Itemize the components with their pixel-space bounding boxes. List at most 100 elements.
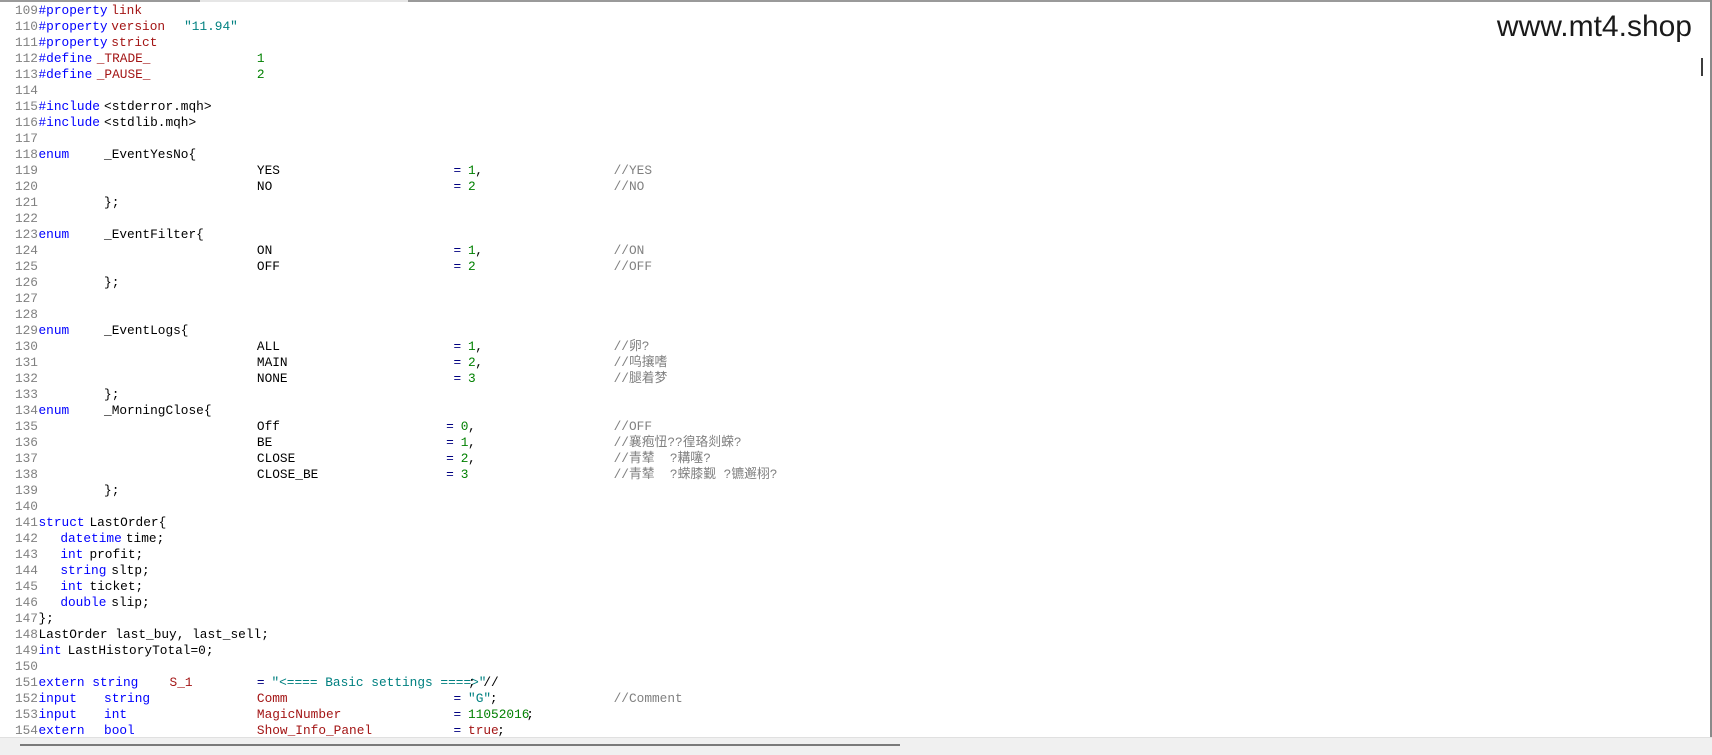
vertical-scroll-thumb[interactable] xyxy=(1701,58,1703,76)
code-line[interactable]: 124 ON = 1,//ON xyxy=(0,243,1690,259)
code-line[interactable]: 142 datetime time; xyxy=(0,531,1690,547)
line-number: 142 xyxy=(14,531,38,546)
line-number: 109 xyxy=(14,3,38,18)
line-number: 128 xyxy=(14,307,38,322)
code-line[interactable]: 134 enum _MorningClose{ xyxy=(0,403,1690,419)
code-token: NO xyxy=(256,179,273,194)
code-line[interactable]: 123 enum _EventFilter{ xyxy=(0,227,1690,243)
code-token: _EventLogs{ xyxy=(104,323,189,338)
code-line[interactable]: 111 #property strict xyxy=(0,35,1690,51)
code-line[interactable]: 119 YES = 1,//YES xyxy=(0,163,1690,179)
watermark-text: www.mt4.shop xyxy=(1496,10,1692,43)
code-token: BE xyxy=(256,435,273,450)
code-token: = xyxy=(453,371,462,386)
code-line[interactable]: 135 Off = 0,//OFF xyxy=(0,419,1690,435)
code-token: _PAUSE_ xyxy=(96,67,151,82)
code-line[interactable]: 147}; xyxy=(0,611,1690,627)
code-token: LastOrder{ xyxy=(89,515,167,530)
code-line[interactable]: 130 ALL = 1,//卵? xyxy=(0,339,1690,355)
code-token: //卵? xyxy=(613,339,650,354)
code-line[interactable]: 132 NONE = 3 //腿着梦 xyxy=(0,371,1690,387)
code-line[interactable]: 117 xyxy=(0,131,1690,147)
line-number: 129 xyxy=(14,323,38,338)
code-token: _TRADE_ xyxy=(96,51,151,66)
code-line[interactable]: 110 #property version "11.94" xyxy=(0,19,1690,35)
code-token: //ON xyxy=(613,243,645,258)
code-line[interactable]: 127 xyxy=(0,291,1690,307)
code-line[interactable]: 125 OFF = 2 //OFF xyxy=(0,259,1690,275)
code-token: version xyxy=(111,19,166,34)
code-line[interactable]: 128 xyxy=(0,307,1690,323)
code-line[interactable]: 138 CLOSE_BE = 3 //青辇 ?蝾膝觐 ?镳邂栩? xyxy=(0,467,1690,483)
line-number: 111 xyxy=(14,35,38,50)
code-line[interactable]: 120 NO = 2 //NO xyxy=(0,179,1690,195)
code-token: //OFF xyxy=(613,419,653,434)
code-line[interactable]: 145 int ticket; xyxy=(0,579,1690,595)
code-line[interactable]: 112 #define _TRADE_ 1 xyxy=(0,51,1690,67)
code-line[interactable]: 144 string sltp; xyxy=(0,563,1690,579)
code-token: }; xyxy=(104,387,120,402)
horizontal-scrollbar[interactable] xyxy=(0,737,1712,755)
code-line[interactable]: 141 struct LastOrder{ xyxy=(0,515,1690,531)
code-token: MagicNumber xyxy=(256,707,342,722)
code-line[interactable]: 129 enum _EventLogs{ xyxy=(0,323,1690,339)
code-token: YES xyxy=(256,163,280,178)
line-number: 116 xyxy=(14,115,38,130)
vertical-scrollbar[interactable] xyxy=(1693,2,1710,737)
code-line[interactable]: 136 BE = 1,//襄疱忸??徨珞剡蝾? xyxy=(0,435,1690,451)
code-token: #include xyxy=(38,99,100,114)
code-line[interactable]: 121}; xyxy=(0,195,1690,211)
code-token: , xyxy=(475,243,483,258)
code-token: struct xyxy=(38,515,85,530)
code-token: #property xyxy=(38,3,108,18)
line-number: 143 xyxy=(14,547,38,562)
code-line[interactable]: 149 int LastHistoryTotal=0; xyxy=(0,643,1690,659)
code-token: strict xyxy=(111,35,158,50)
code-token: = xyxy=(453,691,462,706)
code-line[interactable]: 115 #include <stderror.mqh> xyxy=(0,99,1690,115)
code-line[interactable]: 139}; xyxy=(0,483,1690,499)
code-line[interactable]: 114 xyxy=(0,83,1690,99)
code-line[interactable]: 122 xyxy=(0,211,1690,227)
line-number: 153 xyxy=(14,707,38,722)
code-line[interactable]: 131 MAIN = 2,//呜攘嗜 xyxy=(0,355,1690,371)
code-line[interactable]: 116 #include <stdlib.mqh> xyxy=(0,115,1690,131)
code-line[interactable]: 137 CLOSE = 2,//青辇 ?耩噻? xyxy=(0,451,1690,467)
code-line[interactable]: 118 enum _EventYesNo{ xyxy=(0,147,1690,163)
code-editor[interactable]: 109 #property link 110 #property version "11.9… xyxy=(0,3,1690,739)
code-token: ticket; xyxy=(89,579,144,594)
code-token: "G" xyxy=(468,691,492,706)
code-token: }; xyxy=(104,483,120,498)
code-line[interactable]: 150 xyxy=(0,659,1690,675)
code-token: 2 xyxy=(468,179,476,194)
code-line[interactable]: 153 input int MagicNumber = 11052016; xyxy=(0,707,1690,723)
code-line[interactable]: 146 double slip; xyxy=(0,595,1690,611)
code-token: //Comment xyxy=(613,691,683,706)
code-line[interactable]: 143 int profit; xyxy=(0,547,1690,563)
line-number: 151 xyxy=(14,675,38,690)
code-token: , xyxy=(475,163,483,178)
line-number: 126 xyxy=(14,275,38,290)
line-number: 146 xyxy=(14,595,38,610)
code-line[interactable]: 109 #property link xyxy=(0,3,1690,19)
code-line[interactable]: 126}; xyxy=(0,275,1690,291)
code-token: = xyxy=(453,339,462,354)
code-token: _EventFilter{ xyxy=(104,227,204,242)
line-number: 137 xyxy=(14,451,38,466)
code-line[interactable]: 151 extern string S_1 = "<==== Basic setting… xyxy=(0,675,1690,691)
code-token: CLOSE xyxy=(256,451,296,466)
code-token: //青辇 ?耩噻? xyxy=(613,451,711,466)
code-line[interactable]: 113 #define _PAUSE_ 2 xyxy=(0,67,1690,83)
code-token: , xyxy=(475,339,483,354)
horizontal-scroll-thumb[interactable] xyxy=(20,744,900,746)
code-line[interactable]: 140 xyxy=(0,499,1690,515)
code-line[interactable]: 152 input string Comm = "G"; //Comment xyxy=(0,691,1690,707)
code-token: #define xyxy=(38,67,93,82)
code-line[interactable]: 148 LastOrder last_buy, last_sell; xyxy=(0,627,1690,643)
code-line[interactable]: 133}; xyxy=(0,387,1690,403)
code-token: //青辇 ?蝾膝觐 ?镳邂栩? xyxy=(613,467,778,482)
line-number: 131 xyxy=(14,355,38,370)
code-token: ALL xyxy=(256,339,280,354)
line-number: 150 xyxy=(14,659,38,674)
line-number: 147 xyxy=(14,611,38,626)
